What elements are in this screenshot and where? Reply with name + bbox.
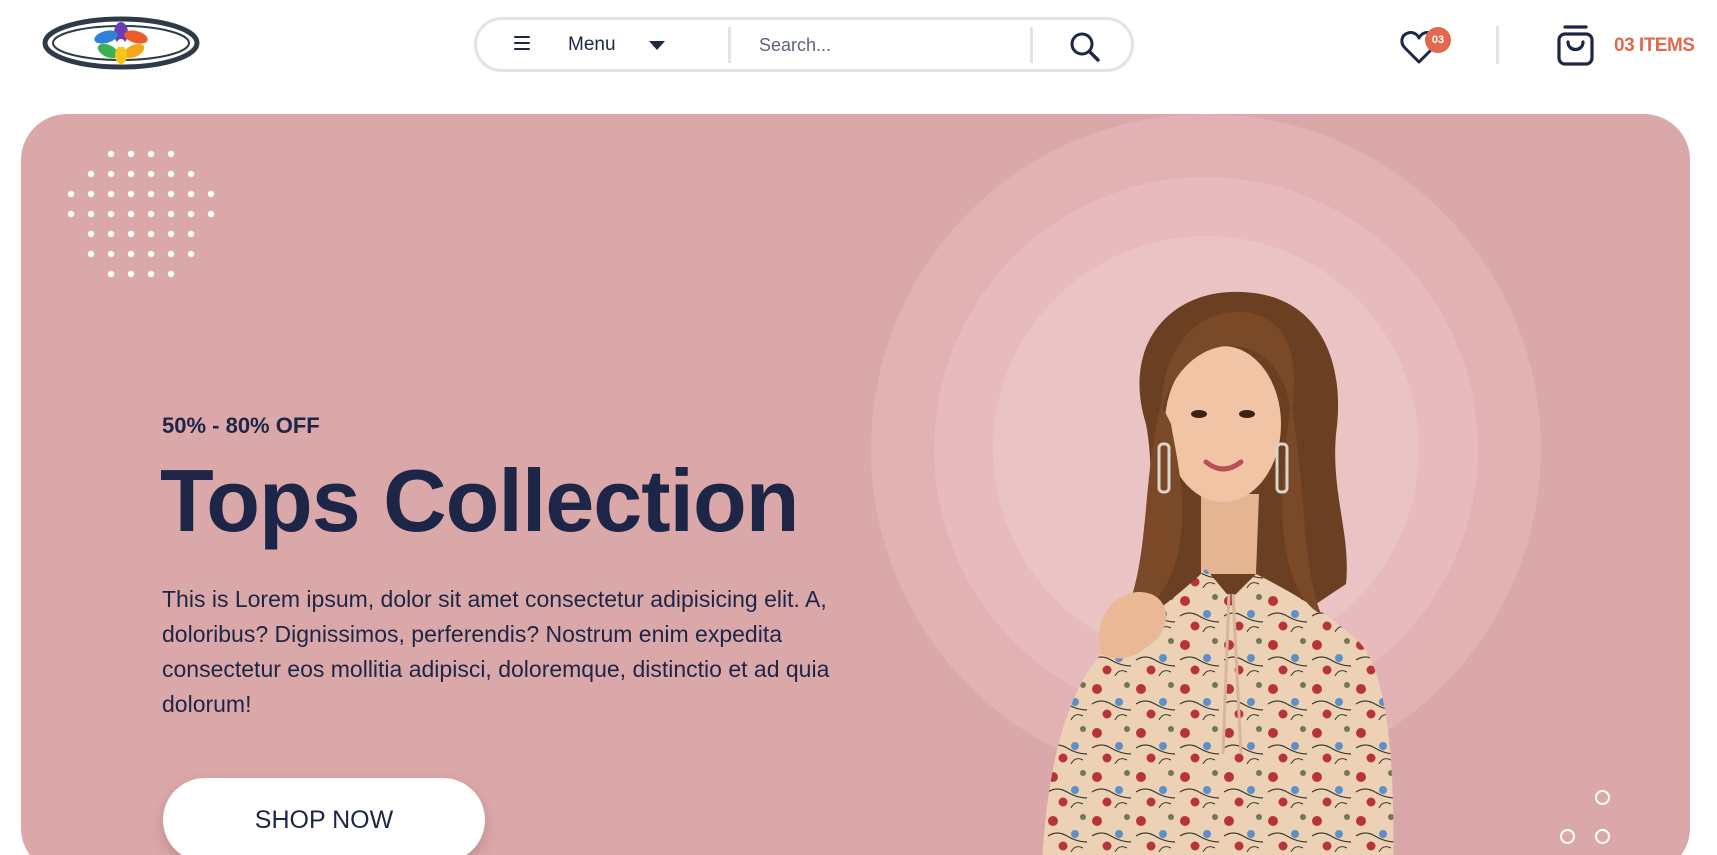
decorative-dot [107, 250, 115, 258]
decorative-dot [107, 210, 115, 218]
decorative-dot-pattern [67, 150, 215, 278]
divider [1030, 27, 1033, 63]
flower-eye-logo-icon [42, 16, 200, 70]
hero-banner: 50% - 80% OFF Tops Collection This is Lo… [21, 114, 1690, 855]
decorative-dot [167, 270, 175, 278]
decorative-dot [167, 150, 175, 158]
decorative-dot [87, 190, 95, 198]
decorative-dot [167, 190, 175, 198]
decorative-dot [207, 210, 215, 218]
decorative-dot [67, 190, 75, 198]
decorative-dot [187, 170, 195, 178]
hero-description: This is Lorem ipsum, dolor sit amet cons… [162, 586, 830, 717]
decorative-dot [147, 250, 155, 258]
decorative-dot [147, 150, 155, 158]
divider [728, 27, 731, 63]
slider-dot[interactable] [1560, 829, 1575, 844]
search-icon [1070, 32, 1100, 62]
discount-label: 50% - 80% OFF [162, 413, 320, 438]
decorative-dot [207, 190, 215, 198]
decorative-dot [127, 190, 135, 198]
decorative-dot [147, 170, 155, 178]
shopping-bag-icon [1557, 25, 1594, 66]
hamburger-icon [514, 36, 530, 52]
decorative-dot [147, 230, 155, 238]
decorative-dot [67, 210, 75, 218]
slider-pagination [1560, 790, 1630, 850]
chevron-down-icon [649, 41, 665, 50]
decorative-dot [87, 250, 95, 258]
menu-label: Menu [568, 34, 616, 55]
slider-dot[interactable] [1595, 790, 1610, 805]
slider-dot[interactable] [1595, 829, 1610, 844]
decorative-dot [87, 230, 95, 238]
model-photo [1042, 291, 1394, 855]
search-bar: Menu [474, 17, 1134, 72]
cart-button[interactable]: 03 ITEMS [1556, 24, 1695, 68]
decorative-dot [127, 250, 135, 258]
decorative-dot [127, 270, 135, 278]
wishlist-count-badge: 03 [1425, 27, 1451, 53]
decorative-dot [107, 170, 115, 178]
decorative-dot [187, 190, 195, 198]
decorative-dot [127, 210, 135, 218]
decorative-dot [107, 270, 115, 278]
shop-now-button[interactable]: SHOP NOW [163, 778, 485, 855]
decorative-dot [107, 230, 115, 238]
decorative-dot [107, 190, 115, 198]
decorative-dot [187, 210, 195, 218]
menu-dropdown-button[interactable]: Menu [477, 20, 727, 69]
decorative-dot [187, 230, 195, 238]
decorative-dot [127, 150, 135, 158]
decorative-dot [167, 230, 175, 238]
decorative-dot [147, 190, 155, 198]
wishlist-button[interactable]: 03 [1399, 26, 1451, 66]
decorative-dot [127, 170, 135, 178]
decorative-dot [87, 170, 95, 178]
decorative-dot [147, 270, 155, 278]
search-button[interactable] [1067, 29, 1103, 65]
decorative-dot [167, 170, 175, 178]
header-divider [1496, 26, 1499, 64]
decorative-dot [167, 210, 175, 218]
decorative-dot [127, 230, 135, 238]
decorative-dot [187, 250, 195, 258]
decorative-dot [167, 250, 175, 258]
decorative-dot [107, 150, 115, 158]
search-input[interactable] [745, 27, 1023, 63]
decorative-dot [87, 210, 95, 218]
decorative-dot [147, 210, 155, 218]
brand-logo[interactable] [42, 14, 200, 72]
cart-items-label: 03 ITEMS [1614, 35, 1695, 56]
hero-title: Tops Collection [160, 451, 799, 550]
